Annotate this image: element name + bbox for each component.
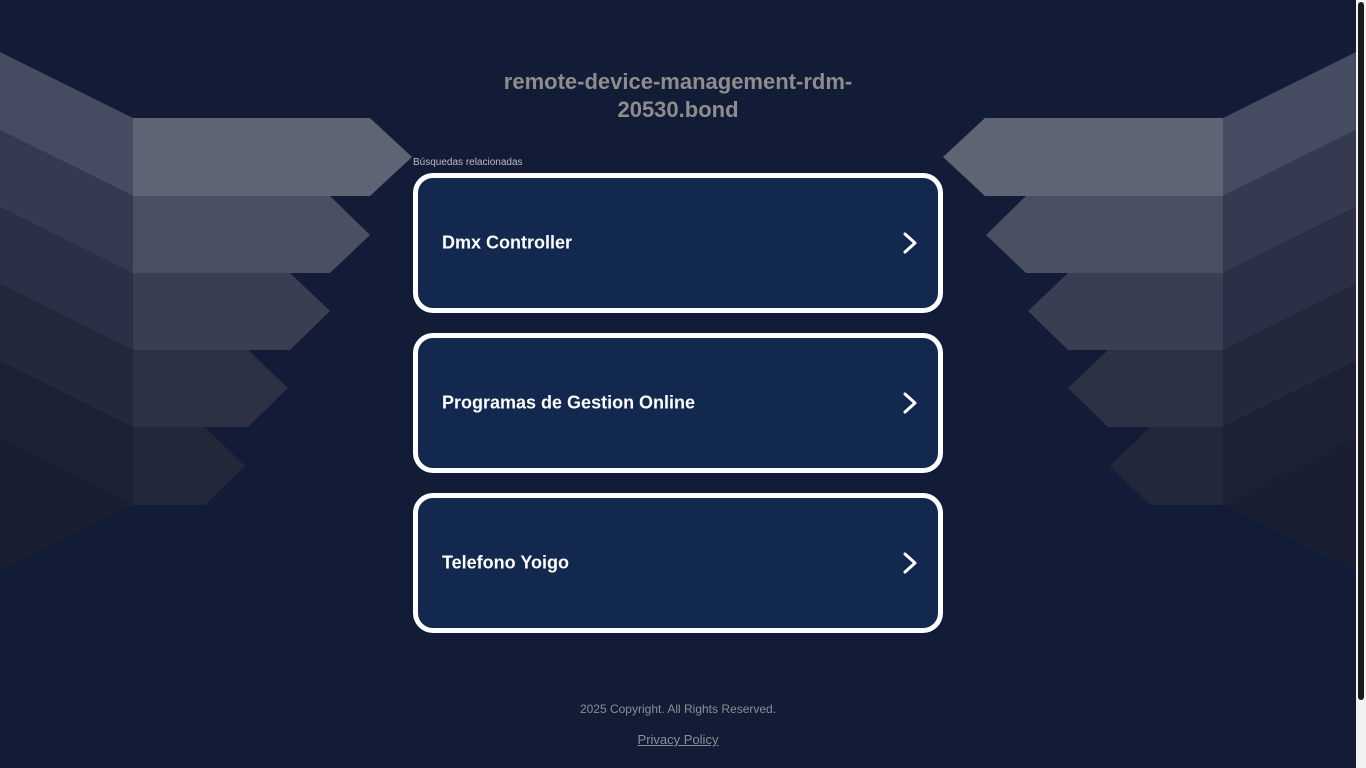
chevron-right-icon <box>903 392 917 414</box>
privacy-policy: Privacy Policy <box>0 732 1356 747</box>
scrollbar-thumb[interactable] <box>1358 2 1364 700</box>
related-link-label: Telefono Yoigo <box>442 552 569 573</box>
related-link-dmx-controller[interactable]: Dmx Controller <box>413 173 943 313</box>
related-searches-label: Búsquedas relacionadas <box>413 157 523 168</box>
vertical-scrollbar[interactable] <box>1356 0 1366 768</box>
related-link-label: Dmx Controller <box>442 232 573 253</box>
related-link-programas-de-gestion-online[interactable]: Programas de Gestion Online <box>413 333 943 473</box>
page-background: remote-device-management-rdm-20530.bond … <box>0 0 1366 768</box>
copyright-text: 2025 Copyright. All Rights Reserved. <box>579 702 777 716</box>
chevron-right-icon <box>903 232 917 254</box>
related-link-label: Programas de Gestion Online <box>442 392 696 413</box>
domain-title: remote-device-management-rdm-20530.bond <box>503 69 853 122</box>
chevron-right-icon <box>903 552 917 574</box>
privacy-policy-link[interactable]: Privacy Policy <box>638 732 719 747</box>
related-link-telefono-yoigo[interactable]: Telefono Yoigo <box>413 493 943 633</box>
